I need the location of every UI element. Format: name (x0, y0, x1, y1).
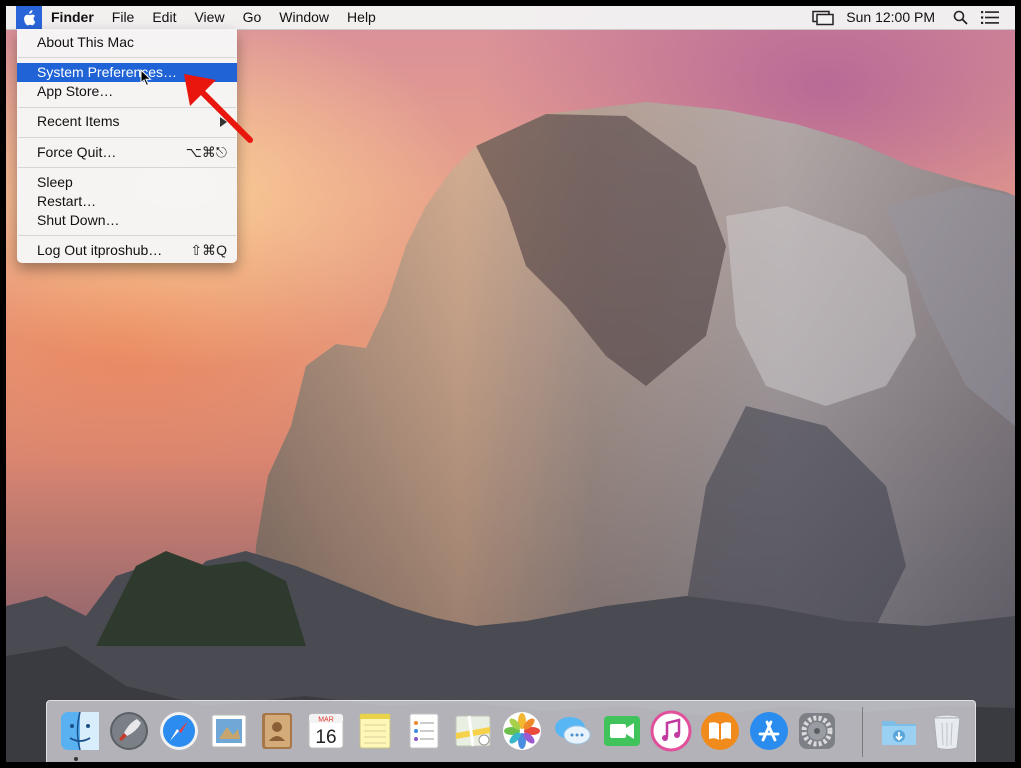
menu-help[interactable]: Help (338, 6, 385, 29)
apple-menu-button[interactable] (16, 6, 42, 29)
dock-reminders[interactable] (402, 709, 446, 753)
menu-bar-status-area: Sun 12:00 PM (804, 6, 1015, 29)
ibooks-book-icon (701, 712, 739, 750)
calendar-day: 16 (315, 727, 336, 748)
menu-item-about-this-mac[interactable]: About This Mac (17, 33, 237, 52)
menu-item-label: Restart… (37, 193, 97, 209)
dock-messages[interactable] (550, 709, 594, 753)
reminders-list-icon (409, 713, 439, 749)
menu-item-log-out[interactable]: Log Out itproshub… ⇧⌘Q (17, 241, 237, 260)
photos-flower-icon (503, 712, 541, 750)
running-indicator (74, 757, 78, 761)
menu-bar: Finder File Edit View Go Window Help Sun… (6, 6, 1015, 30)
dock-app-store[interactable] (747, 709, 791, 753)
dock-notes[interactable] (353, 709, 397, 753)
menu-separator (18, 57, 236, 58)
dock-facetime[interactable] (600, 709, 644, 753)
desktop: Finder File Edit View Go Window Help Sun… (6, 6, 1015, 762)
calendar-month: MAR (318, 717, 334, 724)
trash-can-icon (933, 714, 961, 750)
spotlight-icon[interactable] (949, 6, 971, 29)
maps-icon (455, 715, 491, 747)
mail-stamp-icon (211, 714, 247, 748)
menu-view[interactable]: View (185, 6, 233, 29)
menu-item-label: System Preferences… (37, 64, 178, 80)
mouse-pointer-icon (140, 69, 152, 87)
dock-downloads-stack[interactable] (877, 709, 921, 753)
menu-item-restart[interactable]: Restart… (17, 192, 237, 211)
dock-system-preferences[interactable] (795, 709, 839, 753)
finder-icon (61, 711, 99, 751)
display-mirroring-icon[interactable] (812, 6, 835, 29)
dock-photos[interactable] (500, 709, 544, 753)
red-annotation-arrow (184, 74, 253, 143)
notes-pad-icon (359, 713, 391, 749)
notification-center-icon[interactable] (979, 6, 1001, 29)
dock-ibooks[interactable] (698, 709, 742, 753)
menu-go[interactable]: Go (234, 6, 271, 29)
menu-item-label: Shut Down… (37, 212, 120, 228)
dock-calendar[interactable]: MAR 16 (304, 709, 348, 753)
dock: MAR 16 (46, 700, 976, 762)
keyboard-shortcut: ⇧⌘Q (190, 242, 227, 258)
dock-itunes[interactable] (649, 709, 693, 753)
menu-separator (18, 167, 236, 168)
dock-safari[interactable] (157, 709, 201, 753)
menu-separator (18, 235, 236, 236)
menu-item-shut-down[interactable]: Shut Down… (17, 211, 237, 230)
menu-clock[interactable]: Sun 12:00 PM (834, 6, 941, 29)
menu-item-label: Recent Items (37, 113, 120, 129)
menu-item-sleep[interactable]: Sleep (17, 173, 237, 192)
itunes-note-icon (650, 710, 692, 752)
dock-trash[interactable] (925, 709, 969, 753)
menu-item-label: About This Mac (37, 34, 135, 50)
apple-menu-dropdown: About This Mac System Preferences… App S… (17, 29, 237, 263)
safari-compass-icon (160, 712, 198, 750)
menu-item-label: App Store… (37, 83, 114, 99)
menu-finder[interactable]: Finder (42, 6, 103, 29)
menu-item-label: Sleep (37, 174, 73, 190)
dock-contacts[interactable] (255, 709, 299, 753)
menu-item-label: Log Out itproshub… (37, 242, 163, 258)
menu-file[interactable]: File (103, 6, 144, 29)
dock-maps[interactable] (451, 709, 495, 753)
downloads-folder-icon (882, 721, 916, 745)
menu-edit[interactable]: Edit (143, 6, 185, 29)
dock-mail[interactable] (207, 709, 251, 753)
dock-divider (862, 707, 863, 757)
facetime-camera-icon (604, 716, 640, 746)
apple-logo-icon (24, 9, 36, 25)
gear-icon (799, 713, 835, 749)
calendar-icon: MAR 16 (308, 713, 344, 749)
dock-launchpad[interactable] (107, 709, 151, 753)
messages-bubble-icon (555, 717, 591, 745)
menu-item-label: Force Quit… (37, 144, 117, 160)
app-store-icon (750, 712, 788, 750)
launchpad-rocket-icon (110, 712, 148, 750)
dock-finder[interactable] (58, 709, 102, 753)
contacts-book-icon (262, 713, 292, 749)
menu-window[interactable]: Window (270, 6, 338, 29)
